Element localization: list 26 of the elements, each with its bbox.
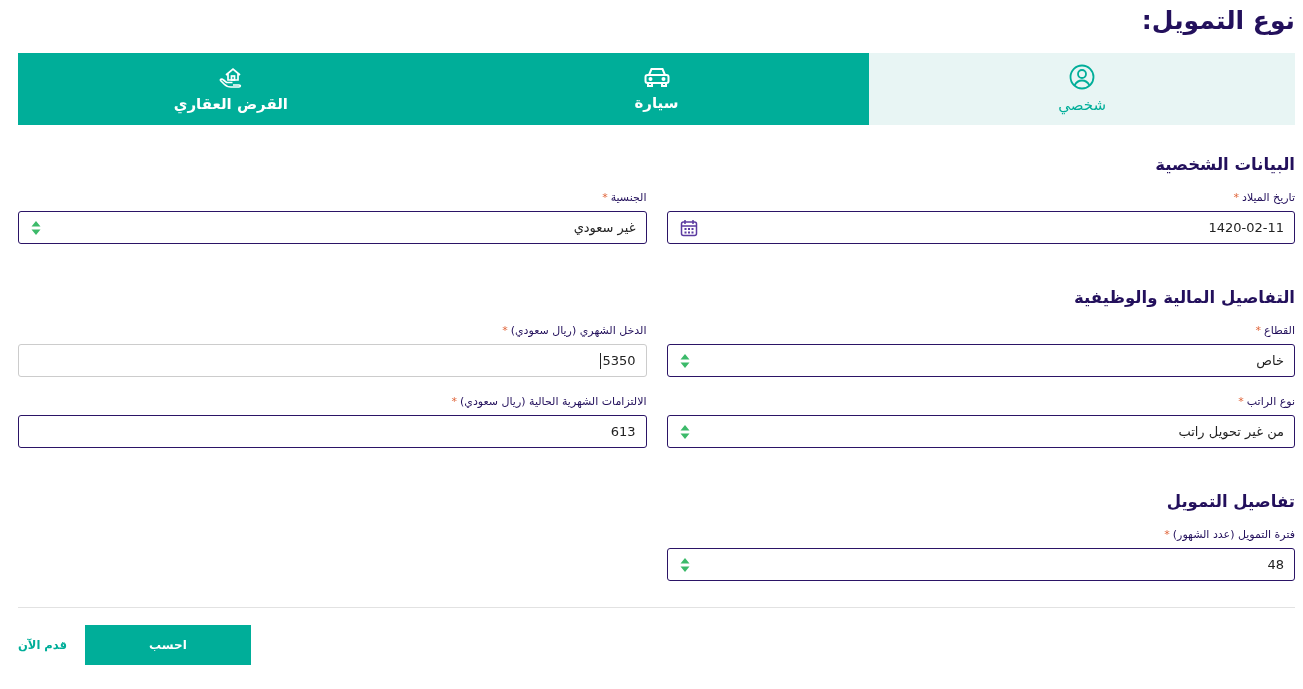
field-label: الجنسية * [601,191,647,205]
input-field[interactable]: 5350 [18,344,647,377]
sort-arrows-icon [31,220,41,235]
house-in-hand-icon [217,65,244,89]
page-title: نوع التمويل: [1140,5,1295,37]
car-icon [642,66,671,88]
sort-arrows-icon [679,424,690,439]
select-field[interactable]: 48 [666,548,1295,581]
section-heading: التفاصيل المالية والوظيفية [1073,287,1295,309]
field-label: الالتزامات الشهرية الحالية (ريال سعودي) * [450,395,647,409]
input-field[interactable]: 613 [18,415,647,448]
user-icon [1069,64,1096,90]
calendar-icon[interactable] [679,218,698,237]
section-heading: البيانات الشخصية [1154,154,1295,176]
field-label: القطاع * [1254,324,1295,338]
field-label: تاريخ الميلاد * [1232,191,1295,205]
section-heading: تفاصيل التمويل [1165,491,1295,513]
field-label: فترة التمويل (عدد الشهور) * [1163,528,1295,542]
field-label: نوع الراتب * [1237,395,1295,409]
date-field[interactable]: 1420-02-11 [666,211,1295,244]
select-field[interactable]: من غير تحويل راتب [666,415,1295,448]
select-field[interactable]: خاص [666,344,1295,377]
field-label: الدخل الشهري (ريال سعودي) * [501,324,647,338]
sort-arrows-icon [679,353,690,368]
sort-arrows-icon [679,557,690,572]
select-field[interactable]: غير سعودي [18,211,647,244]
